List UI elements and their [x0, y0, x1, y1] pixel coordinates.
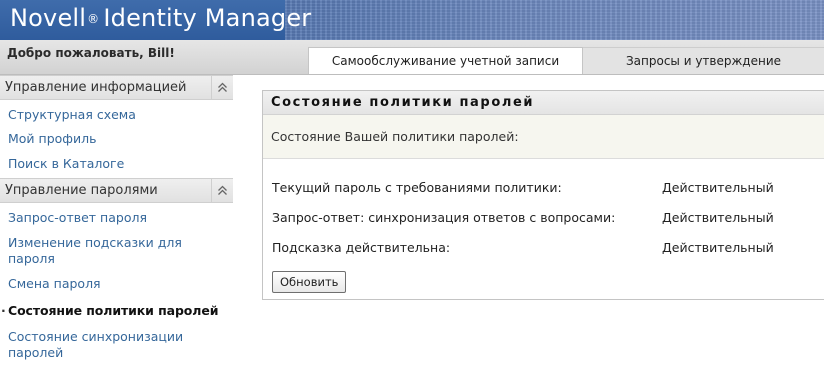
registered-mark: ®	[87, 12, 100, 26]
panel-title: Состояние политики паролей	[263, 91, 824, 115]
double-chevron-up-icon[interactable]	[211, 76, 233, 99]
sidebar-item-org-chart[interactable]: Структурная схема	[0, 107, 233, 123]
status-value: Действительный	[662, 210, 774, 225]
sidebar-item-label: Состояние политики паролей	[8, 303, 219, 318]
double-chevron-up-icon[interactable]	[211, 179, 233, 202]
status-value: Действительный	[662, 240, 774, 255]
sidebar-section-title: Управление информацией	[5, 80, 187, 95]
sidebar-item-change-password[interactable]: Смена пароля	[0, 276, 233, 292]
sidebar-item-policy-status[interactable]: Состояние политики паролей	[0, 303, 233, 319]
panel-subtitle: Состояние Вашей политики паролей:	[263, 115, 824, 159]
sidebar-section-title: Управление паролями	[5, 183, 158, 198]
sidebar: Управление информацией Структурная схема…	[0, 75, 233, 381]
status-value: Действительный	[662, 180, 774, 195]
top-tab-bar: Добро пожаловать, Bill! Самообслуживание…	[0, 40, 824, 75]
sidebar-item-directory-search[interactable]: Поиск в Каталоге	[0, 156, 233, 172]
sidebar-item-change-hint[interactable]: Изменение подсказки для пароля	[0, 235, 208, 267]
header-banner-texture	[285, 0, 824, 40]
status-row: Подсказка действительна: Действительный	[272, 240, 774, 255]
tab-self-service[interactable]: Самообслуживание учетной записи	[308, 47, 583, 74]
sidebar-section-info-management[interactable]: Управление информацией	[0, 75, 233, 100]
sidebar-item-my-profile[interactable]: Мой профиль	[0, 131, 233, 147]
status-label: Подсказка действительна:	[272, 240, 451, 255]
product-suffix: Identity Manager	[103, 4, 312, 32]
status-label: Текущий пароль с требованиями политики:	[272, 180, 562, 195]
status-label: Запрос-ответ: синхронизация ответов с во…	[272, 210, 616, 225]
status-row: Запрос-ответ: синхронизация ответов с во…	[272, 210, 774, 225]
welcome-message: Добро пожаловать, Bill!	[7, 46, 175, 60]
product-name: Novell	[10, 4, 87, 32]
sidebar-item-sync-status[interactable]: Состояние синхронизации паролей	[0, 329, 208, 361]
status-row: Текущий пароль с требованиями политики: …	[272, 180, 774, 195]
sidebar-section-password-management[interactable]: Управление паролями	[0, 178, 233, 203]
product-title: Novell® Identity Manager	[10, 4, 311, 32]
sidebar-item-challenge-response[interactable]: Запрос-ответ пароля	[0, 210, 233, 226]
refresh-button[interactable]: Обновить	[272, 271, 347, 293]
app-header: Novell® Identity Manager	[0, 0, 824, 40]
policy-status-panel: Состояние политики паролей Состояние Ваш…	[262, 90, 824, 300]
tab-requests-approvals[interactable]: Запросы и утверждение	[583, 47, 824, 74]
